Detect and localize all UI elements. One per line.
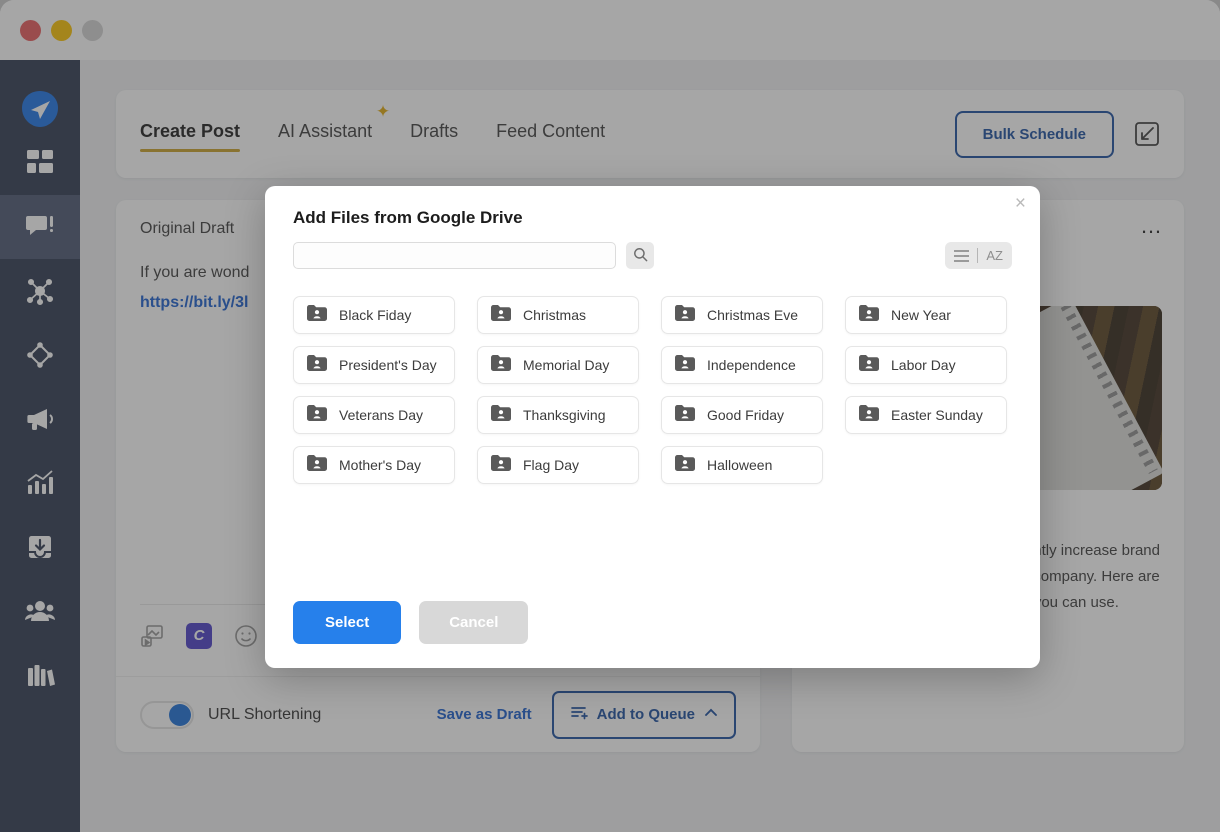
folder-item[interactable]: Mother's Day <box>293 446 455 484</box>
folder-item[interactable]: Black Fiday <box>293 296 455 334</box>
folder-label: Black Fiday <box>339 307 411 323</box>
modal-search-row: AZ <box>265 228 1040 269</box>
shared-folder-icon <box>306 304 328 327</box>
shared-folder-icon <box>674 404 696 427</box>
folder-item[interactable]: Easter Sunday <box>845 396 1007 434</box>
close-icon[interactable]: × <box>1015 194 1026 213</box>
folder-item[interactable]: Thanksgiving <box>477 396 639 434</box>
shared-folder-icon <box>858 304 880 327</box>
folder-grid: Black Fiday Christmas Christmas Eve New … <box>265 269 1040 484</box>
shared-folder-icon <box>306 354 328 377</box>
folder-label: New Year <box>891 307 951 323</box>
folder-label: Labor Day <box>891 357 956 373</box>
folder-item[interactable]: President's Day <box>293 346 455 384</box>
shared-folder-icon <box>306 454 328 477</box>
folder-item[interactable]: Veterans Day <box>293 396 455 434</box>
folder-item[interactable]: Labor Day <box>845 346 1007 384</box>
shared-folder-icon <box>674 454 696 477</box>
search-input[interactable] <box>293 242 616 269</box>
select-button[interactable]: Select <box>293 601 401 644</box>
folder-item[interactable]: Independence <box>661 346 823 384</box>
sort-az-label: AZ <box>986 248 1003 263</box>
shared-folder-icon <box>490 304 512 327</box>
folder-label: Flag Day <box>523 457 579 473</box>
shared-folder-icon <box>490 354 512 377</box>
folder-label: Christmas Eve <box>707 307 798 323</box>
app-root: Create Post AI Assistant ✦ Drafts Feed C… <box>0 0 1220 832</box>
folder-label: Veterans Day <box>339 407 423 423</box>
folder-label: Thanksgiving <box>523 407 606 423</box>
google-drive-modal: × Add Files from Google Drive AZ <box>265 186 1040 668</box>
folder-item[interactable]: Christmas Eve <box>661 296 823 334</box>
folder-label: Christmas <box>523 307 586 323</box>
shared-folder-icon <box>858 404 880 427</box>
search-icon <box>633 247 648 265</box>
modal-title: Add Files from Google Drive <box>265 186 1040 228</box>
modal-actions: Select Cancel <box>293 601 528 644</box>
folder-item[interactable]: Good Friday <box>661 396 823 434</box>
shared-folder-icon <box>306 404 328 427</box>
folder-label: Easter Sunday <box>891 407 983 423</box>
shared-folder-icon <box>674 304 696 327</box>
shared-folder-icon <box>674 354 696 377</box>
folder-item[interactable]: New Year <box>845 296 1007 334</box>
folder-label: President's Day <box>339 357 437 373</box>
folder-label: Good Friday <box>707 407 784 423</box>
folder-item[interactable]: Memorial Day <box>477 346 639 384</box>
list-lines-icon <box>954 250 969 262</box>
folder-item[interactable]: Flag Day <box>477 446 639 484</box>
folder-label: Mother's Day <box>339 457 421 473</box>
shared-folder-icon <box>490 404 512 427</box>
sort-view-toggle[interactable]: AZ <box>945 242 1012 269</box>
folder-label: Memorial Day <box>523 357 609 373</box>
cancel-button[interactable]: Cancel <box>419 601 528 644</box>
sort-divider <box>977 248 978 263</box>
folder-label: Halloween <box>707 457 772 473</box>
folder-label: Independence <box>707 357 796 373</box>
shared-folder-icon <box>858 354 880 377</box>
folder-item[interactable]: Christmas <box>477 296 639 334</box>
search-button[interactable] <box>626 242 654 269</box>
folder-item[interactable]: Halloween <box>661 446 823 484</box>
shared-folder-icon <box>490 454 512 477</box>
